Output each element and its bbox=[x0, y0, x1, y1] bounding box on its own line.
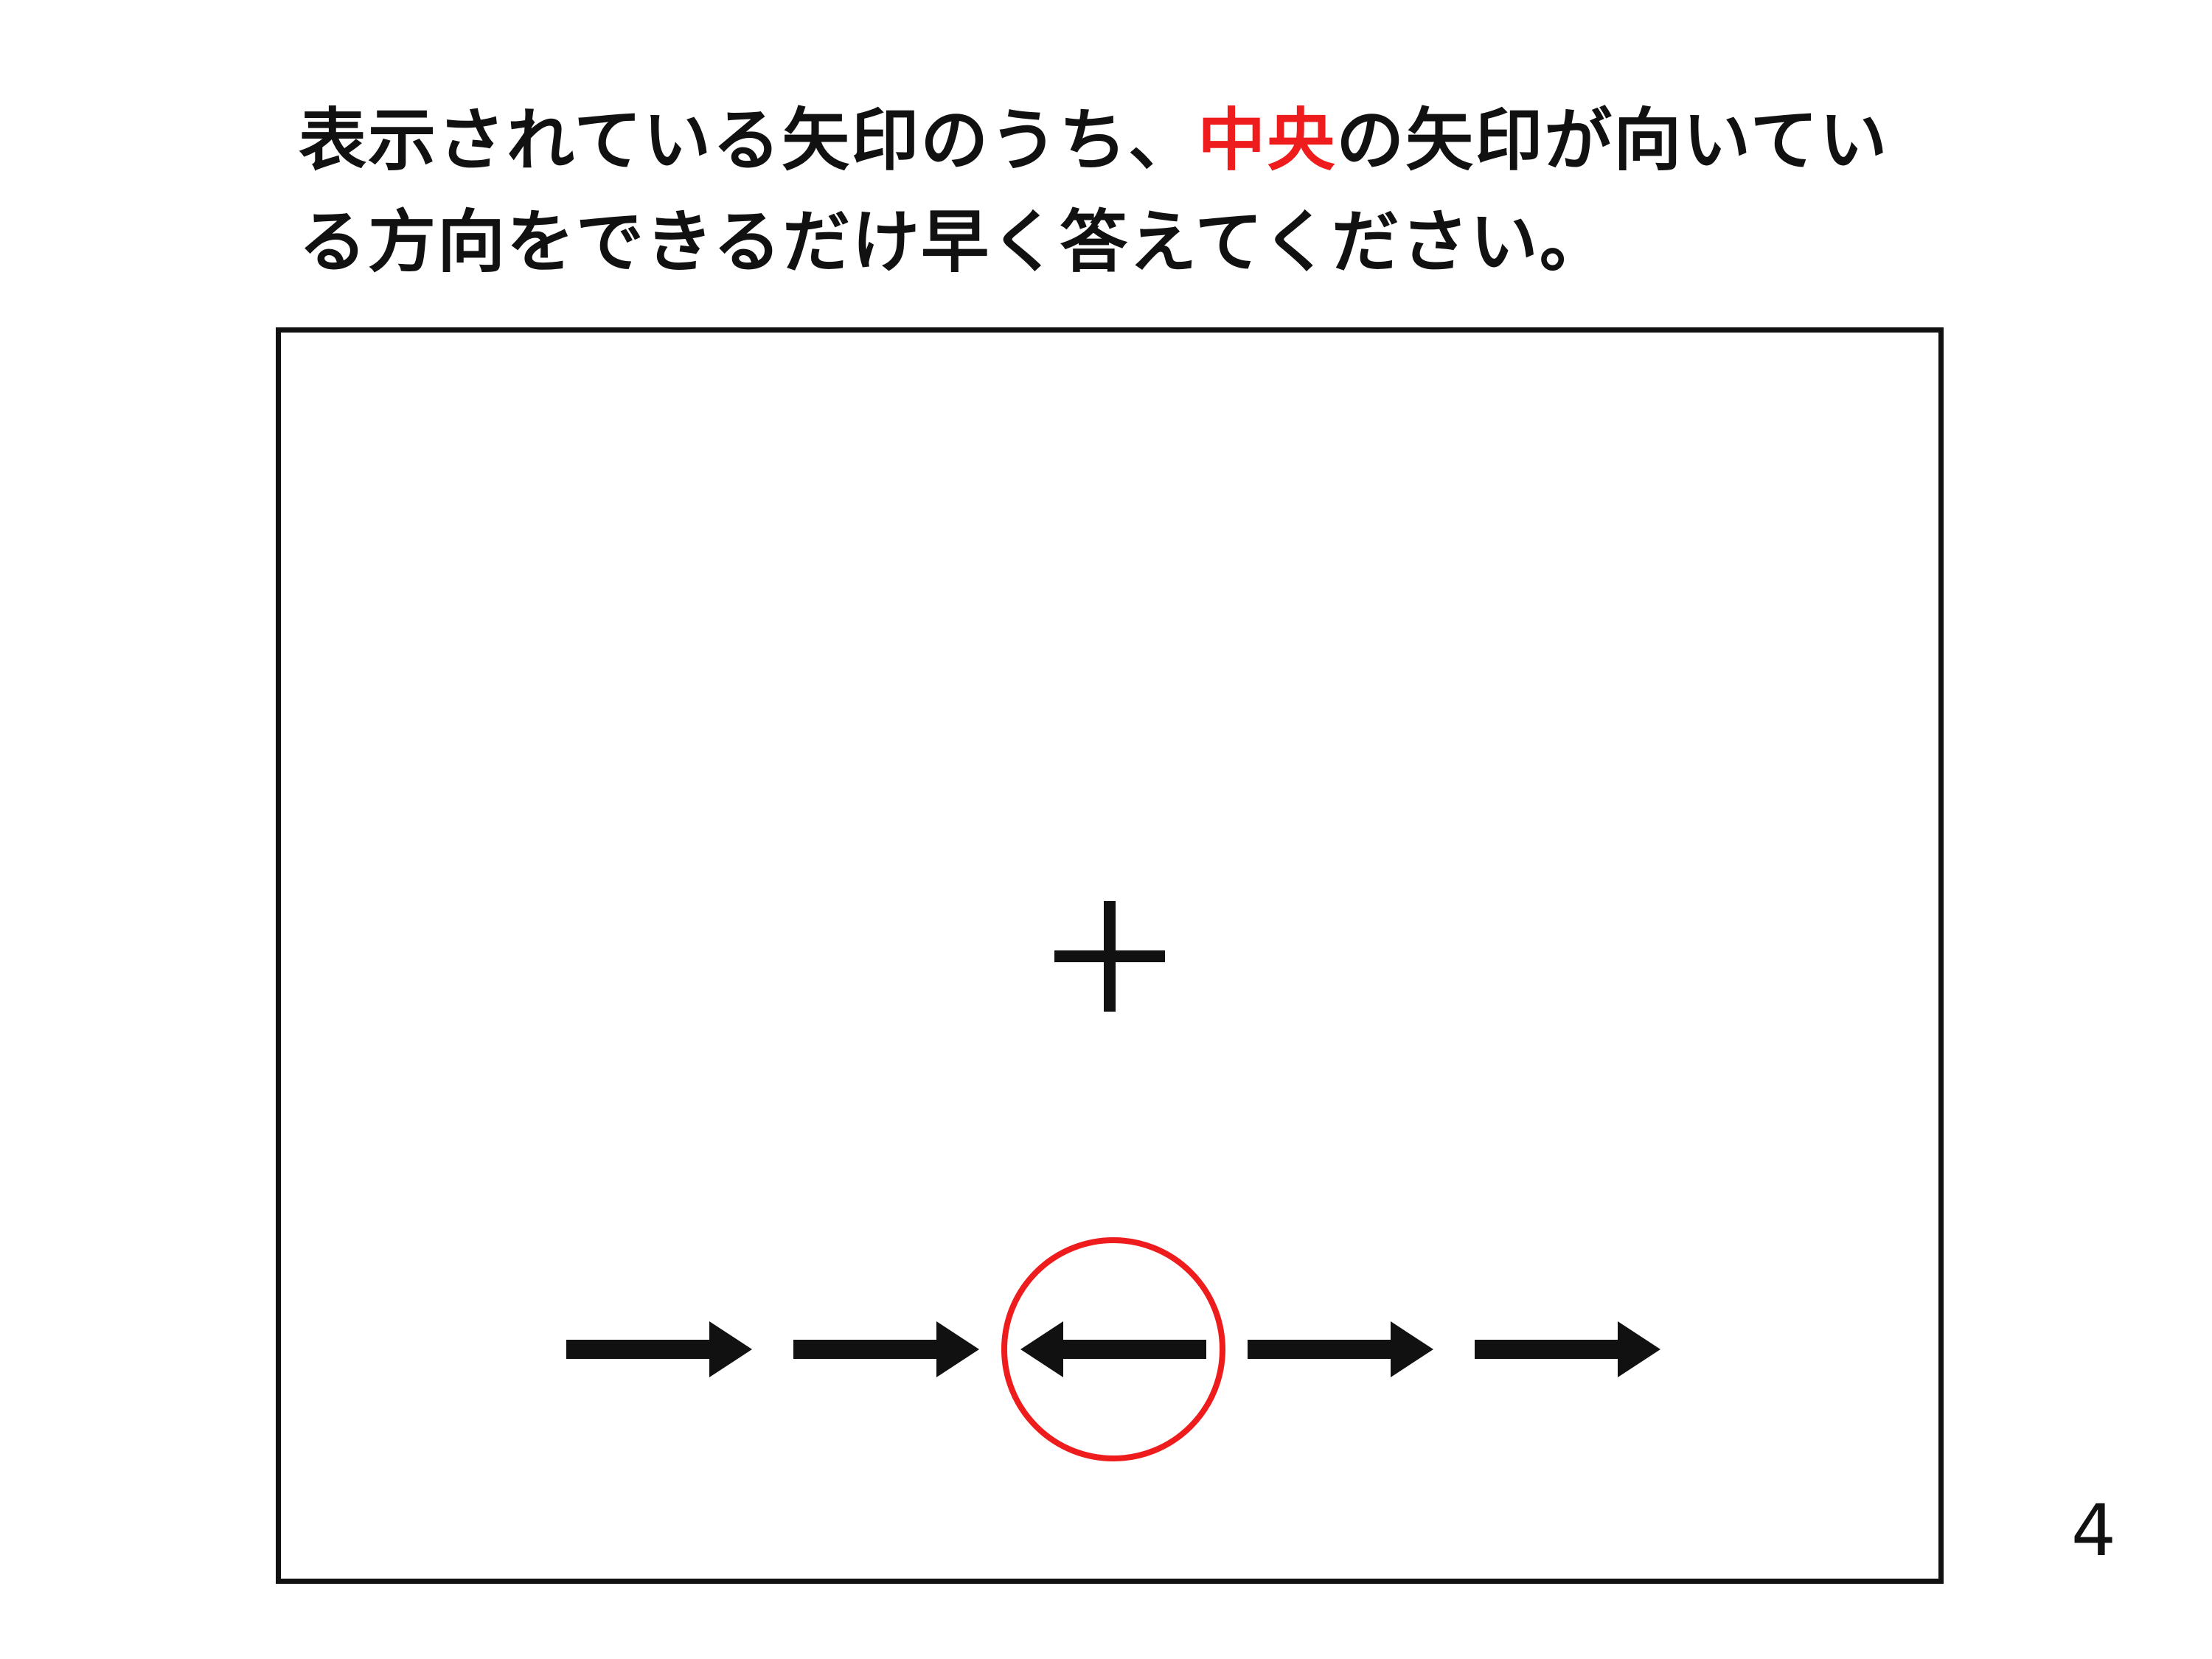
page-number: 4 bbox=[2070, 1489, 2116, 1572]
instruction-line-1: 表示されている矢印のうち、中央の矢印が向いてい bbox=[299, 90, 1921, 192]
instruction-text: 表示されている矢印のうち、中央の矢印が向いてい る方向をできるだけ早く答えてくだ… bbox=[299, 90, 1921, 293]
instruction-line-1-start: 表示されている矢印のうち、 bbox=[299, 101, 1198, 180]
instruction-highlight-center: 中央 bbox=[1197, 101, 1337, 180]
fixation-cross bbox=[1054, 901, 1165, 1012]
fixation-cross-vertical bbox=[1104, 901, 1116, 1012]
instruction-line-1-end: の矢印が向いてい bbox=[1336, 101, 1889, 180]
instruction-line-2: る方向をできるだけ早く答えてください。 bbox=[299, 203, 1609, 282]
